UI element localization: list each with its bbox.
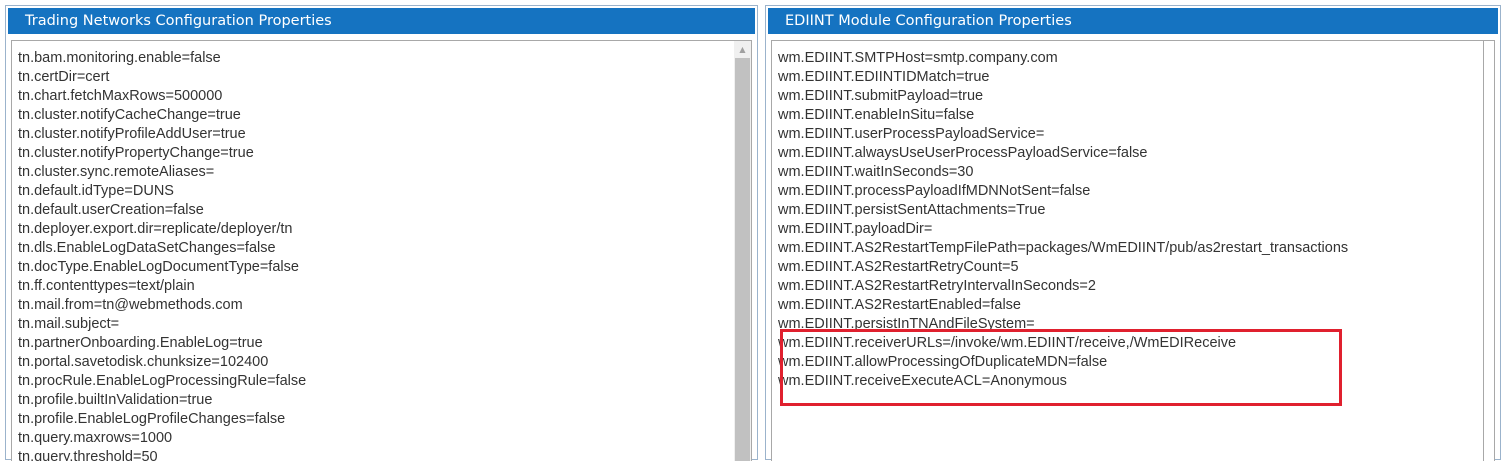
property-line: tn.bam.monitoring.enable=false (18, 50, 221, 66)
property-line: wm.EDIINT.enableInSitu=false (778, 107, 975, 123)
property-line: tn.query.threshold=50 (18, 449, 158, 461)
property-line: wm.EDIINT.alwaysUseUserProcessPayloadSer… (778, 145, 1148, 161)
scroll-up-arrow-icon[interactable]: ▲ (734, 41, 751, 58)
ediint-module-panel: EDIINT Module Configuration Properties w… (765, 5, 1501, 461)
trading-networks-panel: Trading Networks Configuration Propertie… (5, 5, 758, 461)
trading-networks-panel-title: Trading Networks Configuration Propertie… (8, 8, 755, 34)
property-line: tn.certDir=cert (18, 69, 110, 85)
property-line: tn.profile.EnableLogProfileChanges=false (18, 411, 286, 427)
property-line: wm.EDIINT.processPayloadIfMDNNotSent=fal… (778, 183, 1091, 199)
vertical-scrollbar[interactable]: ▲ (734, 41, 751, 461)
property-line: wm.EDIINT.persistSentAttachments=True (778, 202, 1046, 218)
scrollbar-thumb[interactable] (735, 58, 750, 461)
property-line: tn.mail.subject= (18, 316, 120, 332)
trading-networks-properties-text: tn.bam.monitoring.enable=false tn.certDir… (18, 49, 729, 461)
property-line: wm.EDIINT.SMTPHost=smtp.company.com (778, 50, 1058, 66)
property-line: tn.cluster.sync.remoteAliases= (18, 164, 215, 180)
ediint-properties-textarea[interactable]: wm.EDIINT.SMTPHost=smtp.company.com wm.ED… (771, 40, 1495, 461)
property-line: wm.EDIINT.userProcessPayloadService= (778, 126, 1045, 142)
property-line: tn.deployer.export.dir=replicate/deploye… (18, 221, 293, 237)
property-line: wm.EDIINT.AS2RestartRetryIntervalInSecon… (778, 278, 1096, 294)
property-line: tn.procRule.EnableLogProcessingRule=fals… (18, 373, 307, 389)
property-line: wm.EDIINT.AS2RestartEnabled=false (778, 297, 1021, 313)
property-line: tn.profile.builtInValidation=true (18, 392, 213, 408)
property-line: tn.default.idType=DUNS (18, 183, 174, 199)
property-line: tn.cluster.notifyCacheChange=true (18, 107, 241, 123)
property-line: tn.mail.from=tn@webmethods.com (18, 297, 243, 313)
ediint-module-panel-title: EDIINT Module Configuration Properties (768, 8, 1498, 34)
property-line: wm.EDIINT.waitInSeconds=30 (778, 164, 974, 180)
property-line: wm.EDIINT.AS2RestartRetryCount=5 (778, 259, 1019, 275)
property-line: tn.chart.fetchMaxRows=500000 (18, 88, 223, 104)
property-line: tn.ff.contenttypes=text/plain (18, 278, 195, 294)
highlight-annotation-box (780, 329, 1342, 406)
property-line: wm.EDIINT.AS2RestartTempFilePath=package… (778, 240, 1349, 256)
property-line: wm.EDIINT.payloadDir= (778, 221, 933, 237)
trading-networks-properties-textarea[interactable]: tn.bam.monitoring.enable=false tn.certDir… (11, 40, 752, 461)
property-line: wm.EDIINT.EDIINTIDMatch=true (778, 69, 990, 85)
property-line: tn.cluster.notifyPropertyChange=true (18, 145, 254, 161)
property-line: tn.default.userCreation=false (18, 202, 204, 218)
property-line: tn.portal.savetodisk.chunksize=102400 (18, 354, 269, 370)
property-line: tn.query.maxrows=1000 (18, 430, 173, 446)
property-line: wm.EDIINT.submitPayload=true (778, 88, 984, 104)
vertical-scrollbar[interactable] (1483, 41, 1494, 461)
property-line: tn.dls.EnableLogDataSetChanges=false (18, 240, 276, 256)
property-line: tn.partnerOnboarding.EnableLog=true (18, 335, 263, 351)
property-line: tn.cluster.notifyProfileAddUser=true (18, 126, 246, 142)
property-line: tn.docType.EnableLogDocumentType=false (18, 259, 299, 275)
